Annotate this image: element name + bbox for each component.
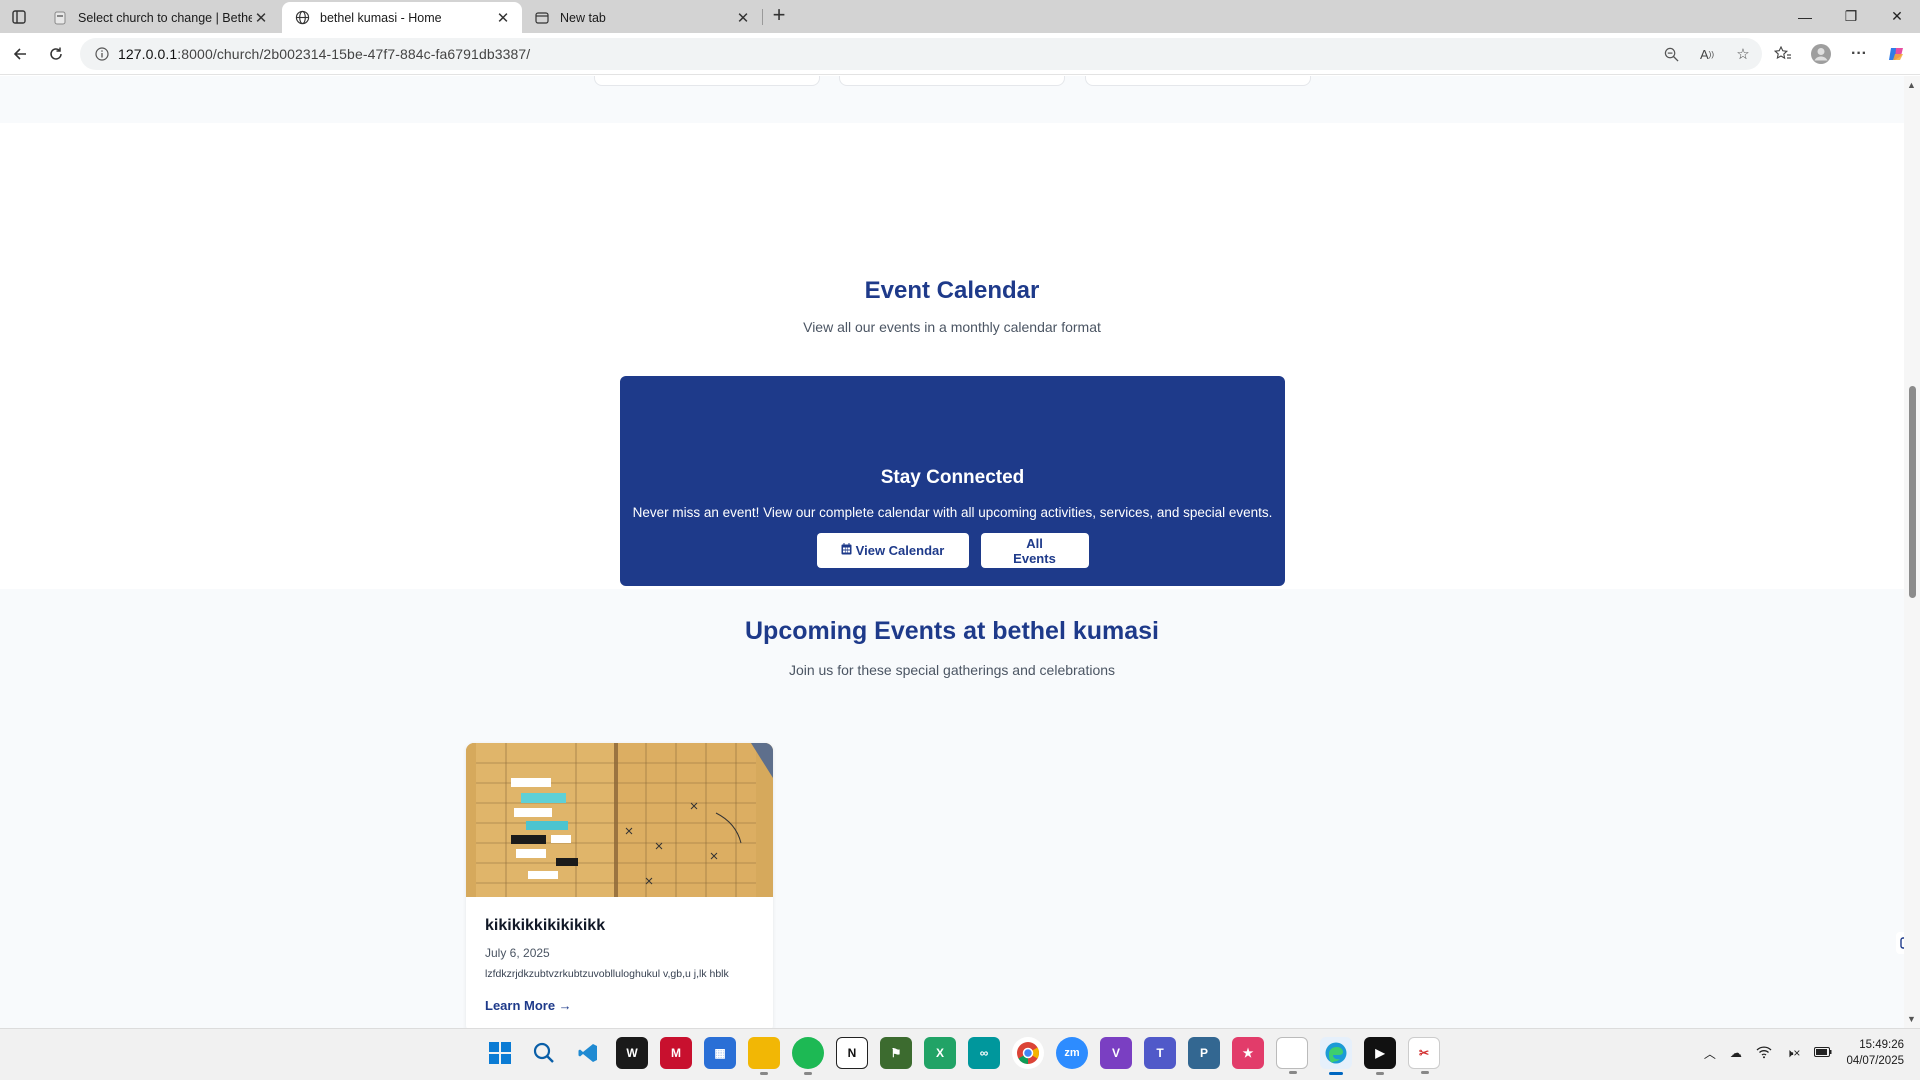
event-card[interactable]: kikikikkikikikikk July 6, 2025 lzfdkzrjd…: [466, 743, 773, 1028]
stay-connected-card: Stay Connected Never miss an event! View…: [620, 376, 1285, 586]
favorites-icon[interactable]: [1772, 43, 1794, 65]
event-calendar-title: Event Calendar: [864, 277, 1040, 304]
clock-time: 15:49:26: [1859, 1039, 1904, 1051]
tab-select-church[interactable]: Select church to change | Bethel F ✕: [40, 2, 280, 33]
arc-icon[interactable]: ★: [1232, 1037, 1264, 1069]
page-scrollbar[interactable]: ▲ ▼: [1904, 76, 1920, 1028]
excel-icon[interactable]: X: [924, 1037, 956, 1069]
teams-icon[interactable]: T: [1144, 1037, 1176, 1069]
spotify-icon[interactable]: [792, 1037, 824, 1075]
scroll-down-icon[interactable]: ▼: [1907, 1014, 1916, 1024]
tab-separator: [762, 9, 763, 25]
calendar-icon: [841, 543, 852, 558]
windows-taskbar: W M ▦ N ⚑ X ∞ zm V T P ★ ▶ ✂ ︿ ☁ 🕨× 15:4…: [0, 1028, 1920, 1080]
url-path: :8000/church/2b002314-15be-47f7-884c-fa6…: [177, 46, 531, 62]
windows-start-icon[interactable]: [484, 1037, 516, 1069]
profile-avatar-icon[interactable]: [1810, 43, 1832, 65]
admin-favicon-icon: [52, 10, 68, 26]
tab-bethel-home[interactable]: bethel kumasi - Home ✕: [282, 2, 522, 33]
all-events-label: All Events: [1013, 535, 1056, 566]
postgresql-icon[interactable]: P: [1188, 1037, 1220, 1069]
address-bar[interactable]: 127.0.0.1:8000/church/2b002314-15be-47f7…: [80, 38, 1762, 70]
url-text: 127.0.0.1:8000/church/2b002314-15be-47f7…: [118, 46, 530, 62]
edge-icon[interactable]: [1320, 1037, 1352, 1075]
search-icon[interactable]: [528, 1037, 560, 1069]
close-tab-icon[interactable]: ✕: [494, 9, 512, 27]
chrome-icon[interactable]: [1012, 1037, 1044, 1069]
show-hidden-icons-icon[interactable]: ︿: [1704, 1045, 1716, 1062]
terminal-app-icon[interactable]: ▶: [1364, 1037, 1396, 1075]
event-date: July 6, 2025: [485, 946, 550, 960]
url-host: 127.0.0.1: [118, 46, 178, 62]
taskbar-clock[interactable]: 15:49:26 04/07/2025: [1846, 1037, 1904, 1069]
snipping-tool-icon[interactable]: ✂: [1408, 1037, 1440, 1074]
window-close-icon[interactable]: ✕: [1874, 0, 1920, 33]
tab-title: New tab: [560, 10, 606, 25]
feature-card: [839, 76, 1065, 86]
system-tray: ︿ ☁ 🕨× 15:49:26 04/07/2025: [1704, 1037, 1904, 1069]
back-arrow-icon[interactable]: [6, 41, 34, 67]
new-tab-page-icon: [534, 10, 550, 26]
scrollbar-thumb[interactable]: [1909, 386, 1916, 598]
copilot-icon[interactable]: [1886, 43, 1908, 65]
volume-muted-icon[interactable]: 🕨×: [1786, 1046, 1801, 1061]
event-title: kikikikkikikikikk: [485, 917, 606, 934]
stay-connected-title: Stay Connected: [880, 467, 1025, 488]
all-events-button[interactable]: All Events: [980, 533, 1089, 568]
mcafee-icon[interactable]: M: [660, 1037, 692, 1069]
restore-icon[interactable]: ❐: [1828, 0, 1874, 33]
zoom-out-icon[interactable]: [1660, 43, 1682, 65]
new-tab-plus-icon[interactable]: +: [766, 4, 792, 28]
upcoming-events-section: Upcoming Events at bethel kumasi Join us…: [0, 589, 1904, 1028]
pycharm-icon[interactable]: ⚑: [880, 1037, 912, 1069]
notepad-icon[interactable]: [1276, 1037, 1308, 1074]
zoom-icon[interactable]: zm: [1056, 1037, 1088, 1069]
tab-actions-icon[interactable]: [8, 6, 30, 28]
file-explorer-icon[interactable]: [748, 1037, 780, 1075]
event-description: lzfdkzrjdkzubtvzrkubtzuvoblluloghukul v,…: [485, 968, 729, 980]
previous-section-bottom: [0, 76, 1904, 123]
feature-card: [1085, 76, 1311, 86]
tab-title: Select church to change | Bethel F: [78, 10, 252, 25]
feature-card: [594, 76, 820, 86]
view-calendar-label: View Calendar: [855, 543, 945, 558]
stay-connected-text: Never miss an event! View our complete c…: [632, 505, 1273, 520]
visual-studio-icon[interactable]: V: [1100, 1037, 1132, 1069]
event-calendar-subtitle: View all our events in a monthly calenda…: [803, 319, 1101, 335]
browser-tab-strip: Select church to change | Bethel F ✕ bet…: [0, 0, 1920, 33]
event-calendar-section: Event Calendar View all our events in a …: [0, 123, 1904, 589]
close-tab-icon[interactable]: ✕: [734, 9, 752, 27]
view-calendar-button[interactable]: View Calendar: [816, 533, 969, 568]
notion-icon[interactable]: N: [836, 1037, 868, 1069]
browser-toolbar: 127.0.0.1:8000/church/2b002314-15be-47f7…: [0, 33, 1920, 75]
upcoming-events-title: Upcoming Events at bethel kumasi: [745, 617, 1159, 645]
wifi-icon[interactable]: [1756, 1045, 1772, 1062]
read-aloud-icon[interactable]: A)): [1696, 43, 1718, 65]
learn-more-link[interactable]: Learn More →: [485, 998, 572, 1013]
arduino-icon[interactable]: ∞: [968, 1037, 1000, 1069]
wattpad-icon[interactable]: W: [616, 1037, 648, 1069]
onedrive-icon[interactable]: ☁: [1730, 1046, 1742, 1060]
site-info-icon[interactable]: [86, 47, 118, 61]
tab-new-tab[interactable]: New tab ✕: [522, 2, 762, 33]
favorite-star-icon[interactable]: ☆: [1732, 43, 1754, 65]
upcoming-events-subtitle: Join us for these special gatherings and…: [788, 662, 1116, 678]
more-options-icon[interactable]: ···: [1848, 43, 1870, 65]
globe-icon: [294, 10, 310, 26]
store-icon[interactable]: ▦: [704, 1037, 736, 1069]
page-viewport: Event Calendar View all our events in a …: [0, 76, 1904, 1028]
close-tab-icon[interactable]: ✕: [252, 9, 270, 27]
battery-icon[interactable]: [1814, 1046, 1832, 1061]
event-image: [466, 743, 773, 897]
vscode-icon[interactable]: [572, 1037, 604, 1069]
minimize-icon[interactable]: —: [1782, 0, 1828, 33]
clock-date: 04/07/2025: [1846, 1055, 1904, 1067]
scroll-up-icon[interactable]: ▲: [1907, 80, 1916, 90]
tab-title: bethel kumasi - Home: [320, 10, 442, 25]
reload-icon[interactable]: [42, 41, 70, 67]
